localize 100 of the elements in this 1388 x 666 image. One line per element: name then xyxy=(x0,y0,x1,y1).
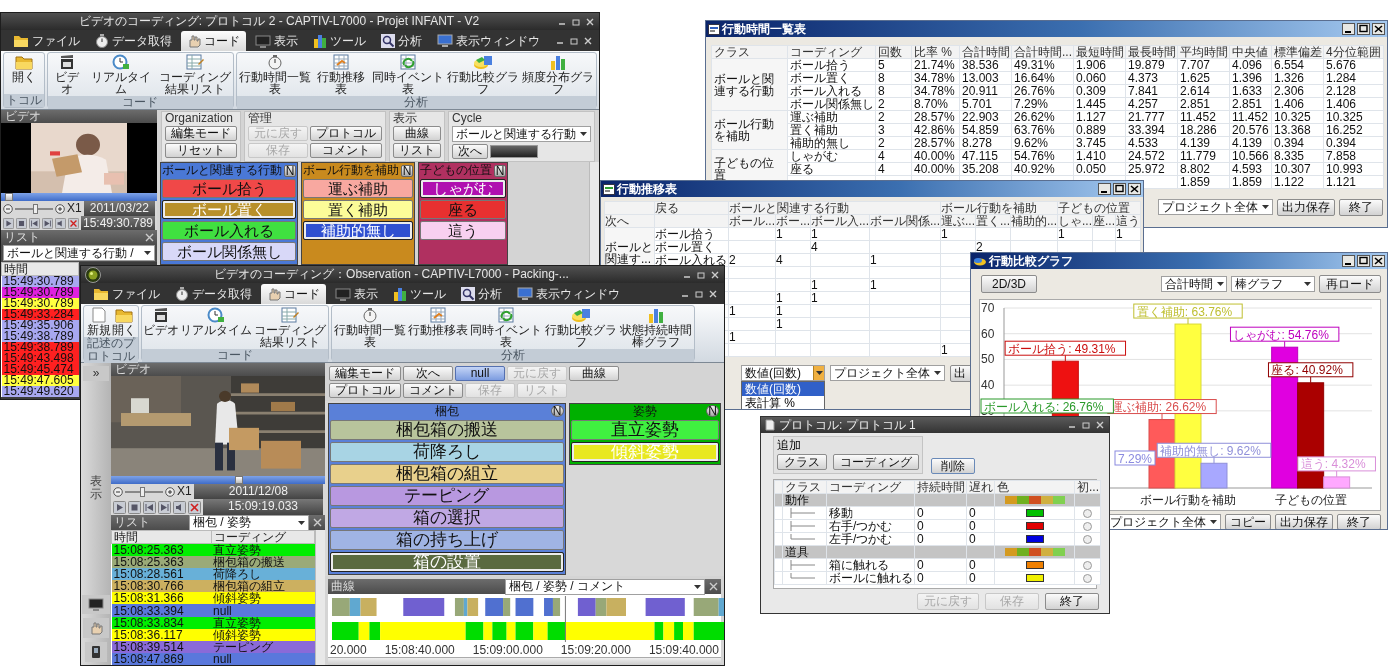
ribbon-button[interactable]: 行動推移表 xyxy=(312,54,370,95)
tab[interactable]: 表示ウィンドウ xyxy=(511,284,626,304)
add-button[interactable]: コーディング xyxy=(833,454,919,471)
add-button[interactable]: クラス xyxy=(777,454,827,471)
code-button[interactable]: 梱包箱の搬送 xyxy=(330,420,564,440)
toolbar-button[interactable]: 次へ xyxy=(403,366,453,381)
code-button[interactable]: 箱の持ち上げ xyxy=(330,530,564,550)
collapse-button[interactable]: » xyxy=(83,366,109,381)
code-button[interactable]: 這う xyxy=(420,221,506,240)
toggle-button[interactable]: N xyxy=(401,164,413,177)
toolbar-button[interactable]: 編集モード xyxy=(165,126,237,141)
action-button[interactable]: コピー xyxy=(1225,514,1271,529)
reload-button[interactable]: 再ロード xyxy=(1319,275,1381,293)
scope-dropdown[interactable]: プロジェクト全体 xyxy=(1158,199,1273,215)
ribbon-button[interactable]: 行動時間一覧表 xyxy=(333,307,407,348)
ribbon-button[interactable]: 開く xyxy=(111,307,136,336)
ribbon-button[interactable]: 同時イベント表 xyxy=(469,307,543,348)
code-button[interactable]: 置く補助 xyxy=(303,200,413,219)
code-button[interactable]: ボール関係無し xyxy=(162,242,296,261)
action-button[interactable]: 出力保存 xyxy=(1275,514,1333,529)
toolbar-button[interactable]: null xyxy=(455,366,505,381)
toggle-button[interactable]: N xyxy=(706,405,719,417)
tab[interactable]: 表示 xyxy=(249,31,304,51)
tab[interactable]: 分析 xyxy=(375,31,428,51)
toolbar-button[interactable]: リセット xyxy=(165,143,237,158)
action-button[interactable]: 終了 xyxy=(1337,514,1381,529)
tab[interactable]: ファイル xyxy=(87,284,166,304)
toolbar-button[interactable]: コメント xyxy=(310,143,382,158)
table-cell: 0 xyxy=(914,532,967,546)
action-button[interactable]: 終了 xyxy=(1045,593,1099,611)
mode-dropdown[interactable]: 数値(回数) xyxy=(741,365,825,381)
tab[interactable]: 表示ウィンドウ xyxy=(431,31,546,51)
ribbon-button[interactable]: 行動推移表 xyxy=(408,307,468,348)
toolbar-button[interactable]: 編集モード xyxy=(329,366,401,381)
code-button[interactable]: しゃがむ xyxy=(420,179,506,198)
toggle-button[interactable]: N xyxy=(550,405,564,417)
tab[interactable]: 表示 xyxy=(329,284,384,304)
ribbon-button[interactable]: 開く xyxy=(12,54,36,93)
toolbar-button[interactable]: プロトコル xyxy=(310,126,382,141)
tab[interactable]: データ取得 xyxy=(169,284,258,304)
ribbon-button[interactable]: 頻度分布グラフ xyxy=(521,54,595,95)
code-button[interactable]: テーピング xyxy=(330,486,564,506)
toolbar-button[interactable]: 曲線 xyxy=(393,126,441,141)
tab[interactable]: コード xyxy=(261,284,326,304)
ribbon-button[interactable]: リアルタイム xyxy=(85,54,157,95)
code-button[interactable]: 補助的無し xyxy=(303,221,413,240)
list-cell: 15:49:47.605 xyxy=(1,375,79,386)
toolbar-button[interactable]: リスト xyxy=(393,143,441,158)
dropdown-option[interactable]: 表計算 % xyxy=(742,396,824,409)
class-title: ボール行動を補助 xyxy=(303,163,399,178)
group-label: トコル xyxy=(4,94,44,107)
toolbar-button[interactable]: 曲線 xyxy=(569,366,619,381)
tab[interactable]: コード xyxy=(181,31,246,51)
toggle-button[interactable]: N xyxy=(284,164,296,177)
tab[interactable]: ファイル xyxy=(7,31,86,51)
code-button[interactable]: 座る xyxy=(420,200,506,219)
ribbon-button[interactable]: 行動時間一覧表 xyxy=(237,54,312,95)
measure-dropdown[interactable]: 合計時間 xyxy=(1161,276,1227,292)
filter-dropdown[interactable]: 梱包 / 姿勢 / コメント xyxy=(505,578,705,595)
code-button[interactable]: 箱の設置 xyxy=(330,552,564,572)
ribbon-button[interactable]: ビデオ xyxy=(143,307,179,348)
toggle-button[interactable]: N xyxy=(494,164,506,177)
tab[interactable]: 分析 xyxy=(455,284,508,304)
code-button[interactable]: 荷降ろし xyxy=(330,442,564,462)
ribbon-button[interactable]: ビデオ xyxy=(49,54,85,95)
tab[interactable]: ツール xyxy=(387,284,452,304)
cycle-dropdown[interactable]: ボールと関連する行動 xyxy=(452,126,591,142)
ribbon-button[interactable]: 行動比較グラフ xyxy=(446,54,520,95)
table-cell: 1.284 xyxy=(1323,71,1384,85)
ribbon-button[interactable]: 状態持続時間棒グラフ xyxy=(619,307,693,348)
table-cell: 1 xyxy=(810,291,870,305)
code-button[interactable]: ボール拾う xyxy=(162,179,296,198)
table-cell: 1 xyxy=(775,227,811,241)
row-header: ボール置く xyxy=(654,240,729,254)
action-button[interactable]: 終了 xyxy=(1339,199,1383,216)
ribbon-button[interactable]: リアルタイム xyxy=(180,307,252,348)
tab[interactable]: データ取得 xyxy=(89,31,178,51)
code-button[interactable]: 運ぶ補助 xyxy=(303,179,413,198)
tab[interactable]: ツール xyxy=(307,31,372,51)
table-cell: 1 xyxy=(810,227,870,241)
code-button[interactable]: ボール入れる xyxy=(162,221,296,240)
ribbon-button[interactable]: コーディング結果リスト xyxy=(253,307,327,348)
scope-dropdown[interactable]: プロジェクト全体 xyxy=(830,365,945,381)
code-button[interactable]: 箱の選択 xyxy=(330,508,564,528)
code-button[interactable]: 直立姿勢 xyxy=(570,420,719,440)
filter-dropdown[interactable]: ボールと関連する行動 / xyxy=(3,245,155,261)
ribbon-button[interactable]: 行動比較グラフ xyxy=(544,307,618,348)
delete-button[interactable]: 削除 xyxy=(931,458,975,475)
ribbon-button[interactable]: コーディング結果リスト xyxy=(157,54,232,95)
code-button[interactable]: 梱包箱の組立 xyxy=(330,464,564,484)
toolbar-button[interactable]: プロトコル xyxy=(329,383,401,398)
toggle-button[interactable]: 2D/3D xyxy=(981,275,1037,293)
toolbar-button[interactable]: コメント xyxy=(403,383,463,398)
action-button[interactable]: 出力保存 xyxy=(1277,199,1335,216)
next-button[interactable]: 次へ xyxy=(452,144,488,159)
dropdown-option[interactable]: 数値(回数) xyxy=(742,382,824,396)
ribbon-button[interactable]: 同時イベント表 xyxy=(371,54,445,95)
table-cell: 0 xyxy=(914,519,967,533)
ribbon-button[interactable]: 新規 xyxy=(86,307,111,336)
chart-type-dropdown[interactable]: 棒グラフ xyxy=(1231,276,1315,292)
